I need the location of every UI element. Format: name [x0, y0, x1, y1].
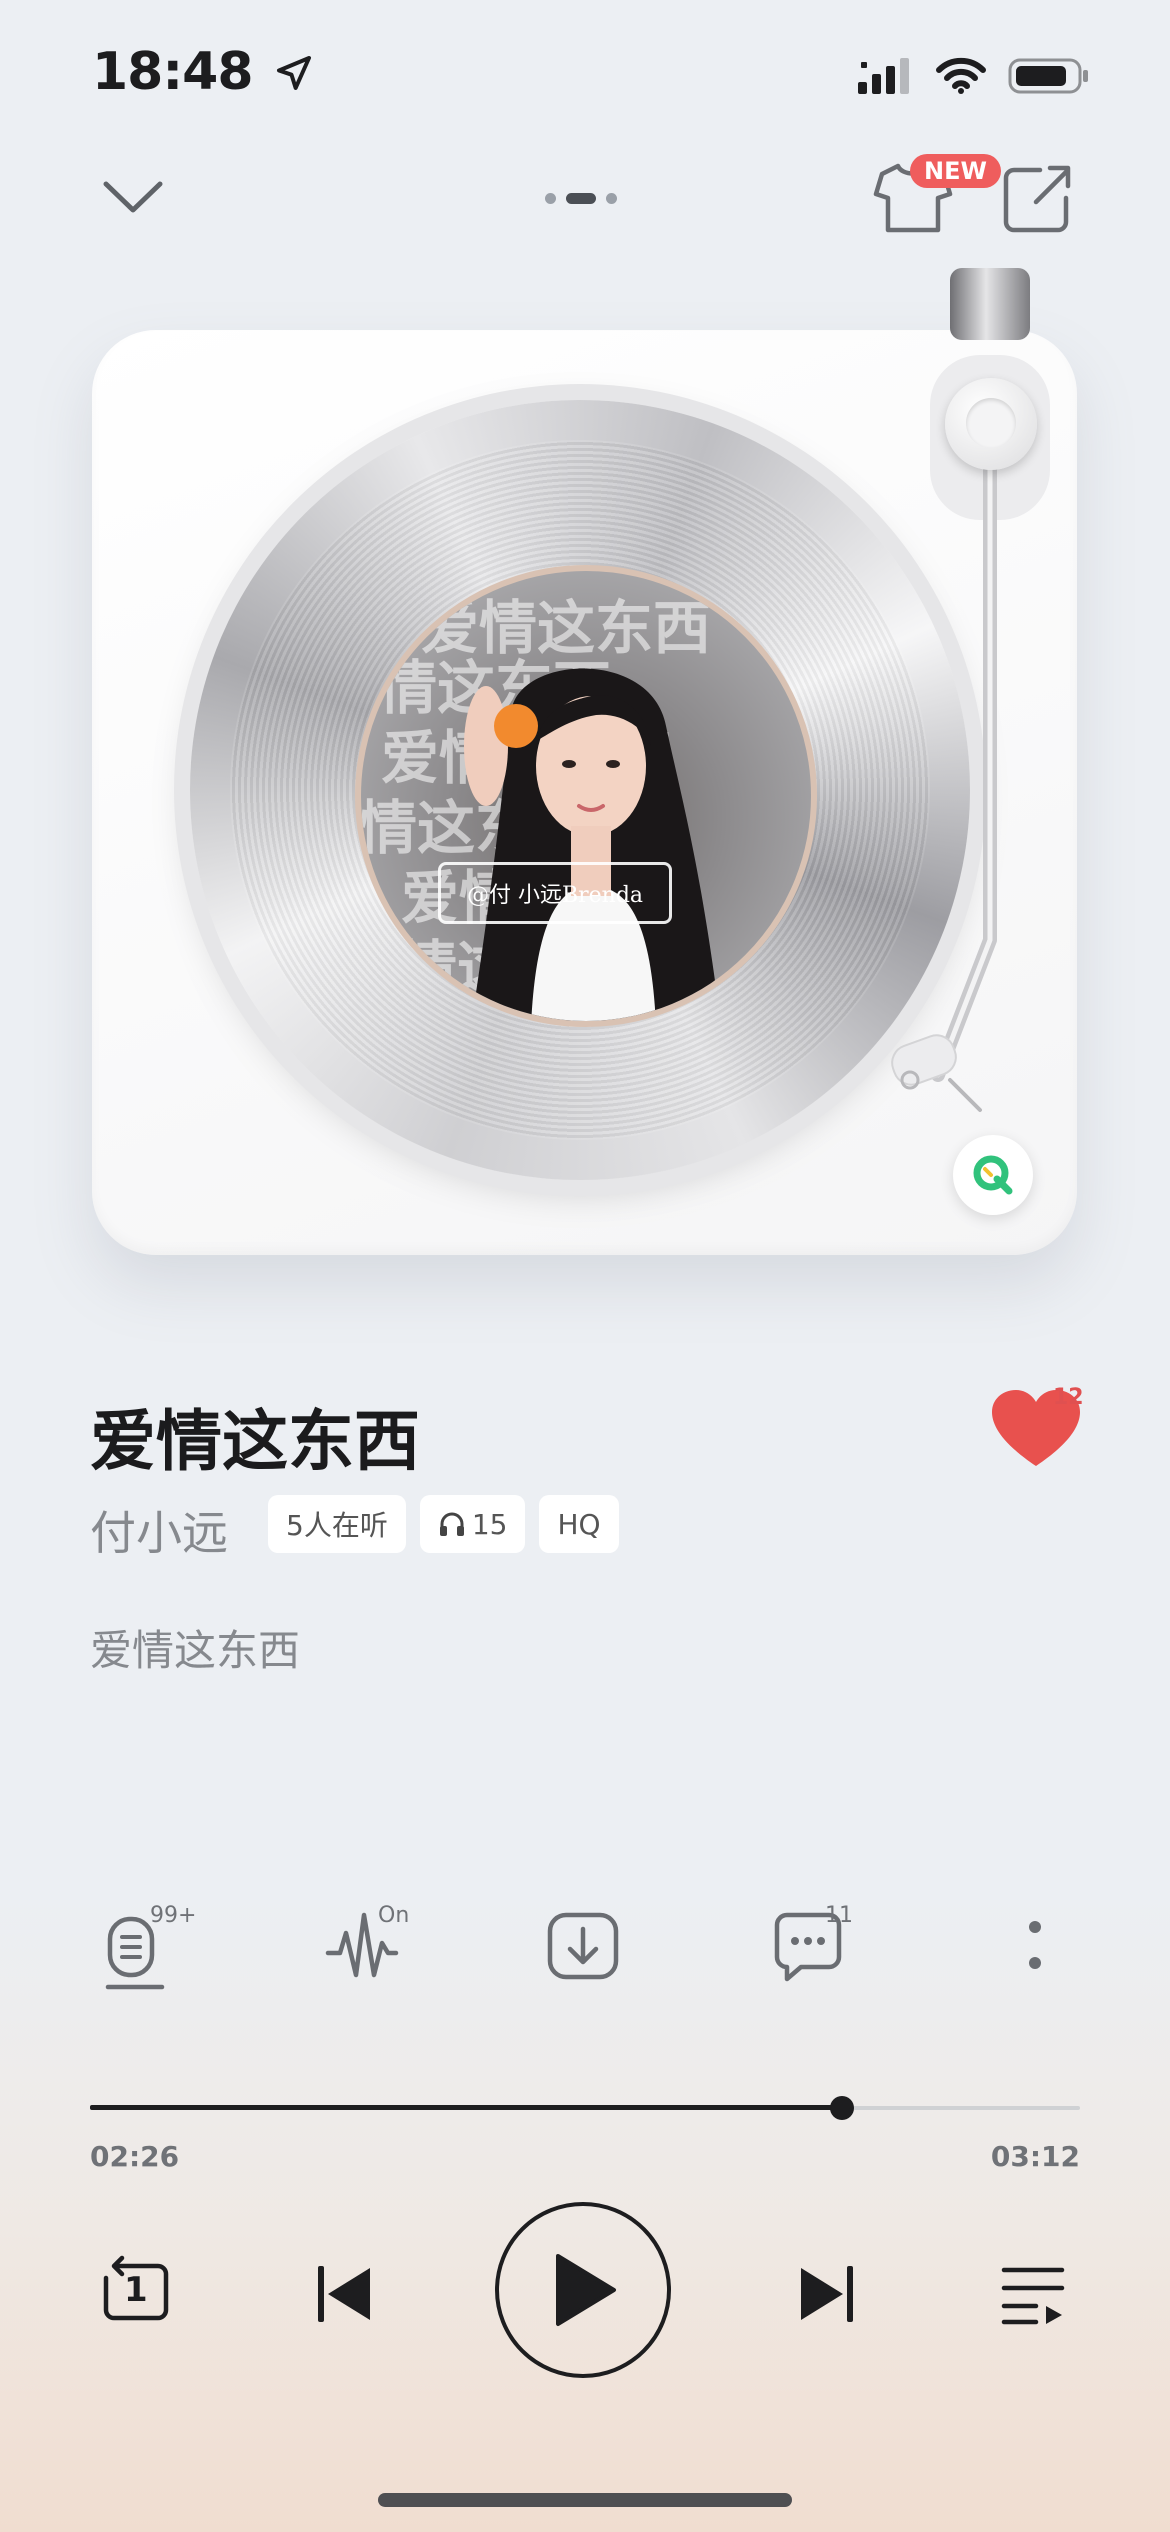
repeat-mode-number: 1 — [124, 2270, 148, 2310]
tonearm[interactable] — [880, 420, 1040, 1120]
lyrics-badge: 99+ — [150, 1903, 197, 1928]
tonearm-counterweight — [950, 268, 1030, 340]
wifi-icon — [936, 57, 986, 94]
page-indicator[interactable] — [545, 193, 617, 204]
progress-fill — [90, 2105, 843, 2110]
new-badge: NEW — [910, 154, 1001, 188]
progress-thumb[interactable] — [830, 2096, 855, 2120]
cellular-signal-icon — [858, 58, 909, 94]
quality-tag[interactable]: HQ — [539, 1495, 619, 1553]
like-count: 12 — [1053, 1385, 1084, 1410]
listeners-text: 5人在听 — [286, 1509, 388, 1542]
tonearm-pivot-cap — [966, 398, 1016, 448]
location-arrow-icon — [276, 56, 311, 90]
qq-music-logo-button[interactable] — [953, 1135, 1033, 1215]
chevron-down-icon[interactable] — [98, 172, 168, 222]
cover-watermark: @付 小远Brenda — [438, 862, 672, 924]
plays-text: 15 — [471, 1507, 508, 1541]
download-icon[interactable] — [540, 1903, 630, 1993]
repeat-one-button[interactable]: 1 — [96, 2252, 176, 2332]
page-dot — [606, 193, 617, 204]
clock: 18:48 — [92, 42, 254, 102]
artist-name[interactable]: 付小远 — [90, 1497, 228, 1563]
status-time: 18:48 — [92, 42, 314, 102]
qq-music-logo-icon — [973, 1155, 1013, 1195]
quality-text: HQ — [557, 1507, 601, 1541]
next-icon[interactable] — [795, 2262, 859, 2326]
listeners-tag[interactable]: 5人在听 — [268, 1495, 406, 1553]
headphones-icon — [439, 1512, 464, 1536]
album-cover[interactable]: 爱情这东西 爱情这东西 爱情这东西 爱情这东西 爱情这东西 爱情这东西 — [355, 565, 817, 1027]
more-icon[interactable] — [990, 1903, 1080, 1993]
current-time: 02:26 — [90, 2140, 180, 2173]
total-time: 03:12 — [990, 2140, 1080, 2173]
sound-effect-badge: On — [378, 1903, 410, 1928]
battery-icon — [1008, 58, 1088, 94]
page-dot — [545, 193, 556, 204]
playlist-icon[interactable] — [1000, 2262, 1066, 2326]
status-icons — [858, 56, 1090, 96]
previous-icon[interactable] — [312, 2262, 376, 2326]
play-icon — [556, 2254, 616, 2326]
lyric-line[interactable]: 爱情这东西 — [90, 1617, 300, 1678]
share-icon[interactable] — [1000, 162, 1074, 236]
plays-tag[interactable]: 15 — [419, 1495, 526, 1553]
song-title: 爱情这东西 — [90, 1403, 420, 1480]
comment-count: 11 — [825, 1903, 853, 1928]
song-tags: 5人在听 15 HQ — [268, 1495, 619, 1553]
play-button[interactable] — [495, 2202, 671, 2378]
home-indicator[interactable] — [378, 2493, 792, 2507]
page-dot-active — [566, 193, 596, 204]
cover-photo-person — [464, 668, 721, 1021]
